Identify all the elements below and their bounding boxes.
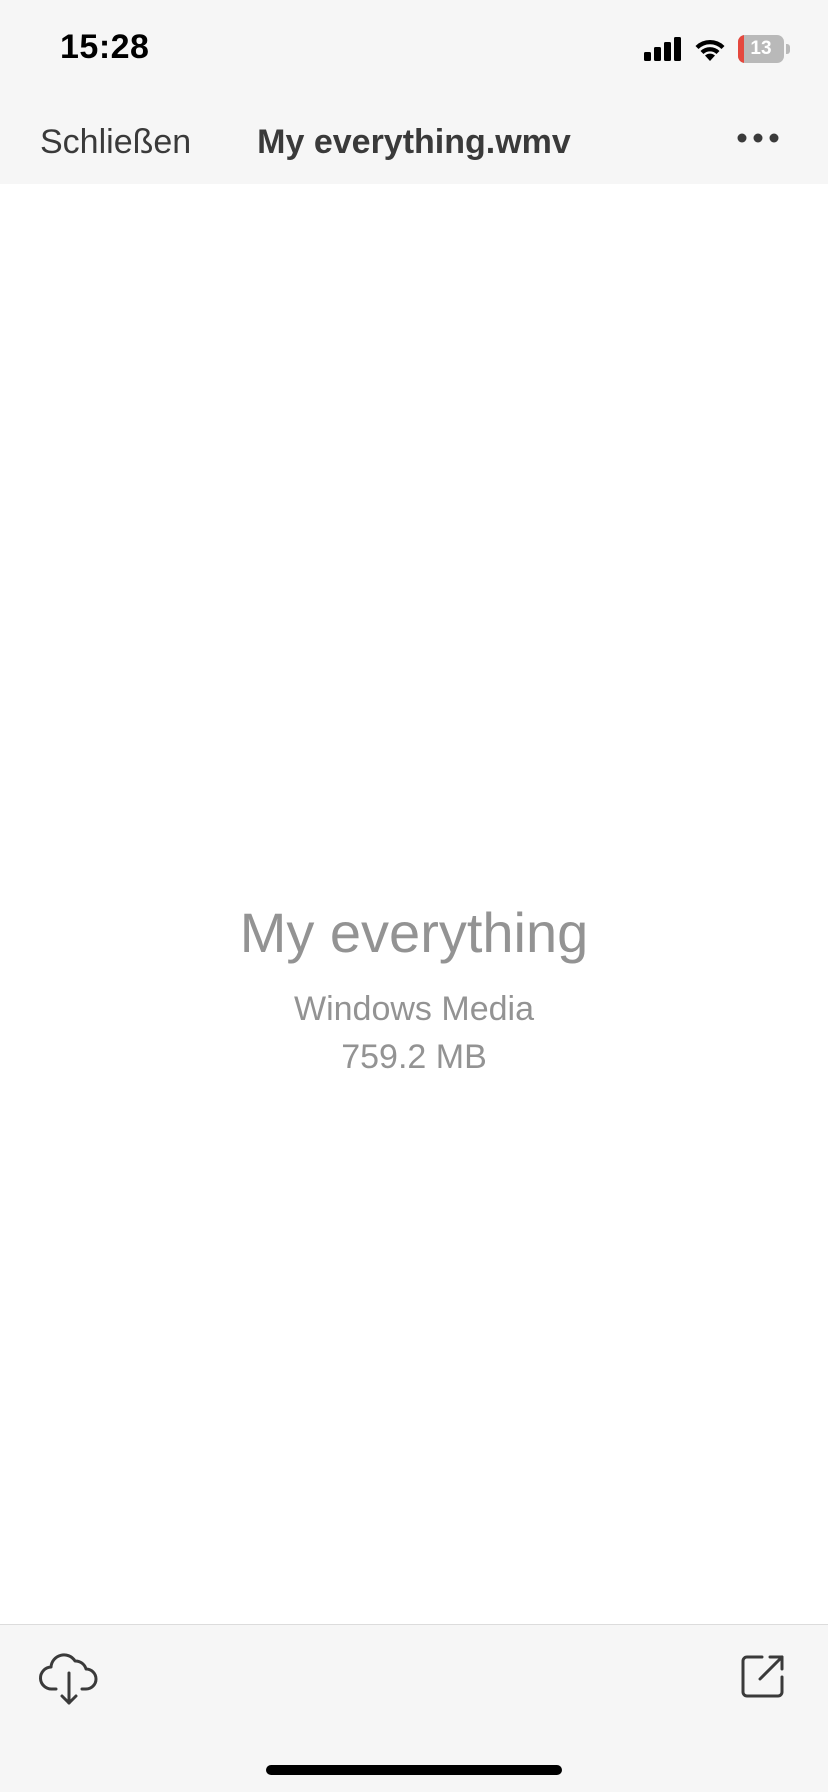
ellipsis-icon xyxy=(737,133,779,143)
wifi-icon xyxy=(695,39,725,61)
cloud-download-icon xyxy=(39,1653,98,1705)
page-title: My everything.wmv xyxy=(257,123,571,161)
screen: 15:28 13 Schließen My everything.wmv My … xyxy=(0,0,828,1792)
home-indicator[interactable] xyxy=(266,1765,562,1775)
battery-percent: 13 xyxy=(750,38,772,59)
status-bar: 15:28 13 xyxy=(0,0,828,100)
file-preview: My everything Windows Media 759.2 MB xyxy=(0,184,828,1624)
file-name: My everything xyxy=(239,901,589,964)
open-external-button[interactable] xyxy=(738,1651,788,1701)
file-type: Windows Media xyxy=(294,990,534,1028)
signal-icon xyxy=(644,37,681,61)
nav-bar: Schließen My everything.wmv xyxy=(0,100,828,184)
close-button[interactable]: Schließen xyxy=(40,100,191,184)
file-size: 759.2 MB xyxy=(341,1038,487,1076)
status-time: 15:28 xyxy=(60,28,150,66)
more-options-button[interactable] xyxy=(726,116,790,168)
open-external-icon xyxy=(741,1655,784,1698)
download-button[interactable] xyxy=(38,1649,100,1707)
battery-icon: 13 xyxy=(738,35,790,63)
status-icons: 13 xyxy=(644,34,790,64)
